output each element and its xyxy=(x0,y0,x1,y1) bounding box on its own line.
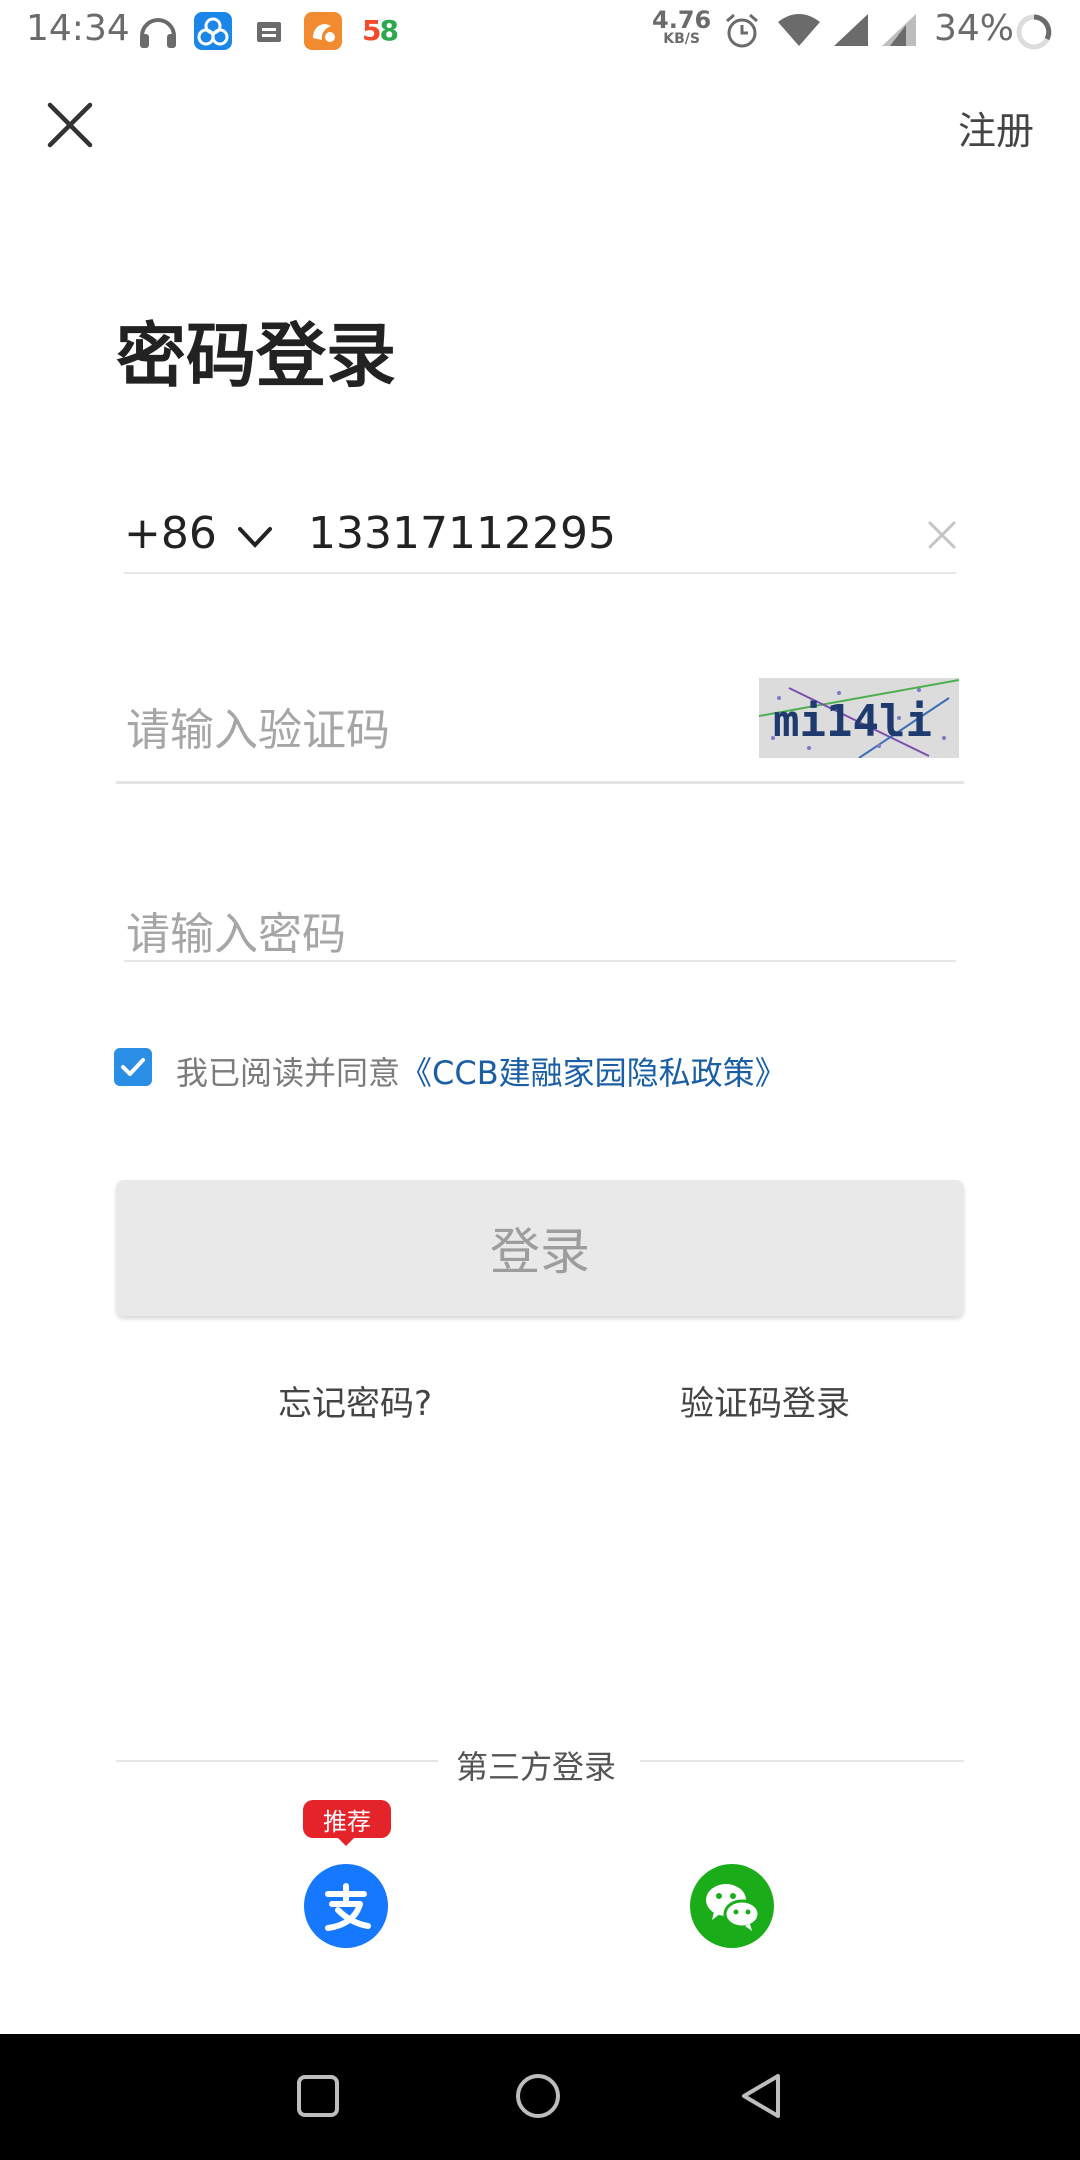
chevron-down-icon[interactable] xyxy=(234,517,276,559)
privacy-policy-link[interactable]: 《CCB建融家园隐私政策》 xyxy=(400,1054,787,1092)
battery-ring-icon xyxy=(1016,14,1052,50)
wechat-icon[interactable] xyxy=(690,1864,774,1948)
signal-2-icon xyxy=(882,14,916,46)
agreement-text: 我已阅读并同意《CCB建融家园隐私政策》 xyxy=(176,1048,787,1094)
country-code[interactable]: +86 xyxy=(124,508,217,559)
network-speed-unit: KB/S xyxy=(663,31,700,47)
status-time: 14:34 xyxy=(26,8,130,49)
network-speed-value: 4.76 xyxy=(652,6,712,34)
inbox-icon xyxy=(257,22,281,42)
signal-icon xyxy=(834,14,868,46)
forgot-password-link[interactable]: 忘记密码? xyxy=(278,1376,432,1425)
recommend-badge: 推荐 xyxy=(303,1800,391,1838)
captcha-text: mi14li xyxy=(773,696,932,747)
captcha-underline xyxy=(116,781,964,784)
register-link[interactable]: 注册 xyxy=(958,100,1034,155)
status-bar: 14:34 58 4.76 KB/S 34% xyxy=(0,0,1080,62)
recommend-badge-tail xyxy=(336,1836,356,1846)
battery-percent: 34% xyxy=(934,8,1015,49)
headset-icon xyxy=(140,18,176,48)
captcha-input[interactable]: 请输入验证码 xyxy=(126,694,390,758)
third-party-label: 第三方登录 xyxy=(456,1748,617,1786)
password-underline xyxy=(124,960,956,962)
page-title: 密码登录 xyxy=(116,315,396,397)
recent-apps-icon[interactable] xyxy=(296,2074,340,2118)
agreement-checkbox[interactable] xyxy=(114,1048,152,1086)
close-icon[interactable] xyxy=(40,95,100,155)
alipay-icon[interactable] xyxy=(304,1864,388,1948)
third-party-divider-right xyxy=(640,1760,964,1762)
phone-underline xyxy=(124,572,956,574)
app-58-icon: 58 xyxy=(362,14,399,47)
password-input[interactable]: 请输入密码 xyxy=(126,898,346,962)
wifi-icon xyxy=(778,14,820,46)
phone-input[interactable]: 13317112295 xyxy=(308,508,616,559)
navigation-bar xyxy=(0,2034,1080,2160)
captcha-image[interactable]: mi14li xyxy=(759,678,959,758)
network-speed: 4.76 KB/S xyxy=(652,8,711,46)
sms-login-link[interactable]: 验证码登录 xyxy=(680,1376,850,1425)
app-triangle-icon xyxy=(194,12,232,50)
login-button[interactable]: 登录 xyxy=(116,1180,964,1316)
checkmark-icon xyxy=(121,1058,145,1076)
home-icon[interactable] xyxy=(514,2072,562,2120)
clear-input-icon[interactable] xyxy=(922,515,962,555)
third-party-divider-left xyxy=(116,1760,438,1762)
back-icon[interactable] xyxy=(738,2072,786,2120)
uc-browser-icon xyxy=(304,12,342,50)
alarm-icon xyxy=(726,13,758,48)
agreement-prefix: 我已阅读并同意 xyxy=(176,1054,401,1092)
